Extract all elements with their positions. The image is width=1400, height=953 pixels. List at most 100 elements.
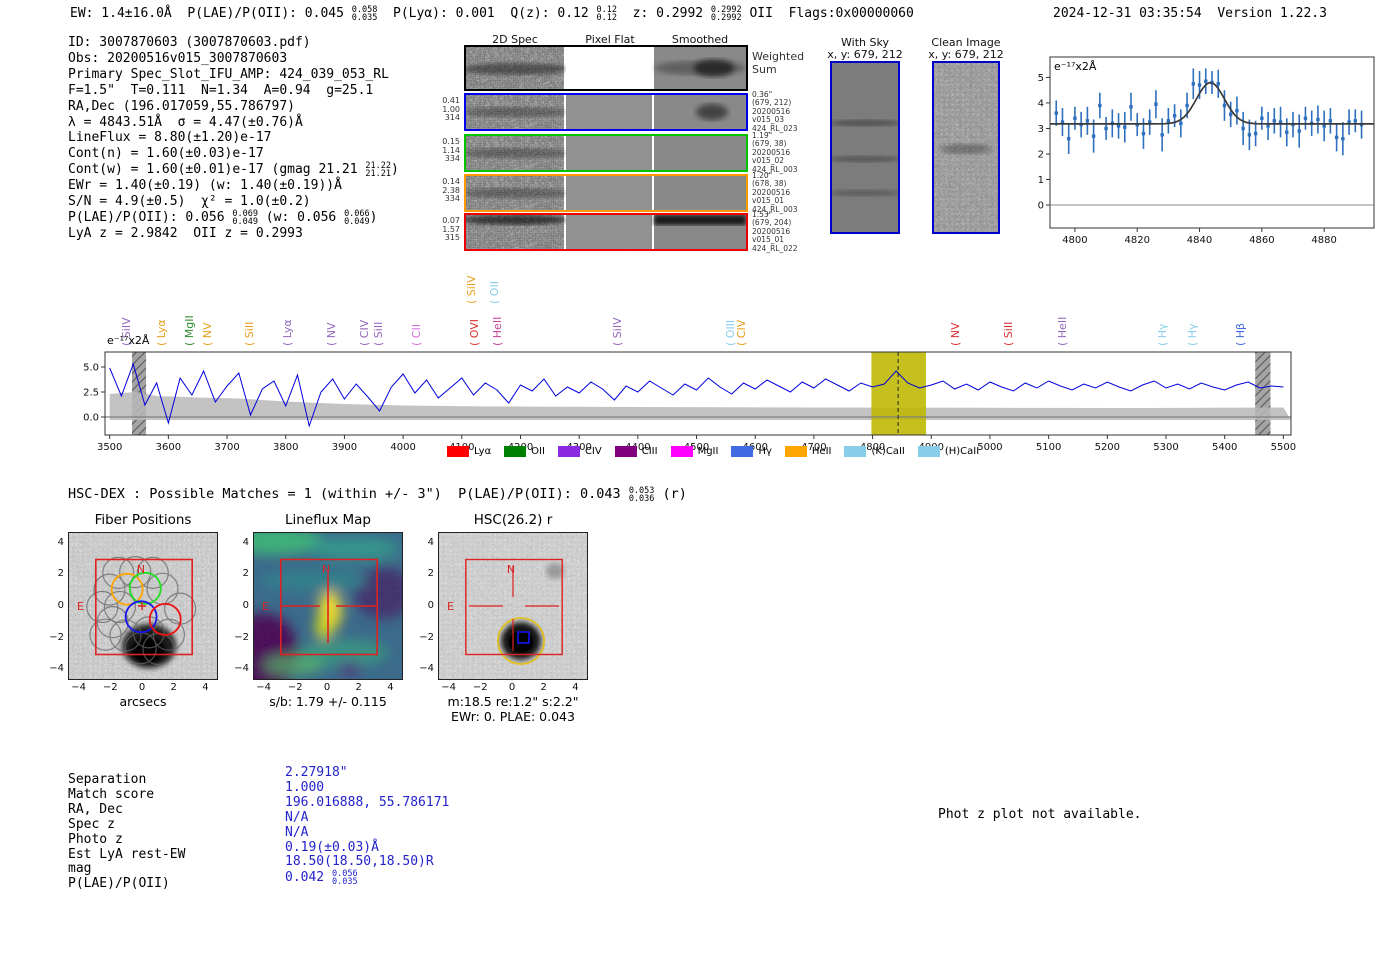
- match-label: Spec z: [68, 816, 115, 832]
- match-label: RA, Dec: [68, 801, 123, 817]
- hsc-image: N E: [439, 533, 587, 679]
- spec2d-row-annotation: 1.20" (678, 38) 20200516 v015_01 424_RL_003: [752, 171, 798, 214]
- legend-item-lyα: Lyα: [447, 446, 491, 457]
- line-label-ovi: ( OVI: [467, 318, 481, 346]
- spectrum-legend: Lyα OII CIV CIII MgII Hγ HeII (K)CaII (H)CaII: [447, 446, 979, 457]
- cutout-xtick: 0: [508, 682, 516, 693]
- cutout-ytick: 0: [57, 600, 64, 611]
- legend-swatch: [844, 446, 867, 457]
- lineflux-caption: s/b: 1.79 +/- 0.115: [269, 694, 387, 709]
- spectral-line-labels-layer: ( SiIV( Lyα( MgII( NV( SiII( Lyα( NV( CI…: [75, 258, 1310, 348]
- cutout-xtick: 0: [138, 682, 146, 693]
- cutout-xtick: −2: [472, 682, 488, 693]
- match-label: Est LyA rest-EW: [68, 846, 186, 862]
- cutout-ytick: 4: [57, 536, 64, 548]
- spec2d-row-1: [463, 134, 748, 172]
- stacked-value: 0.069 0.049: [232, 209, 258, 228]
- legend-item-civ: CIV: [557, 446, 602, 457]
- cleanimage-xy: x, y: 679, 212: [928, 48, 1004, 61]
- hsc-image-panel: N E: [438, 532, 588, 680]
- info-line: P(LAE)/P(OII): 0.056 0.069 0.049 (w: 0.05…: [68, 209, 378, 228]
- svg-text:5500: 5500: [1271, 442, 1296, 453]
- line-label-siii: ( SiII: [243, 321, 257, 346]
- svg-text:4880: 4880: [1311, 235, 1336, 246]
- withsky-xy: x, y: 679, 212: [827, 48, 903, 61]
- cutout-xtick: 0: [323, 682, 331, 693]
- match-value: 0.19(±0.03)Å: [285, 839, 379, 855]
- cutout-xtick: −2: [287, 682, 303, 693]
- cutout-xtick: 4: [572, 682, 579, 693]
- info-line: Obs: 20200516v015_3007870603: [68, 50, 288, 66]
- svg-text:0.0: 0.0: [83, 413, 99, 424]
- full-spectrum-chart: 3500360037003800390040004100420043004400…: [83, 351, 1296, 453]
- line-label-siiv: ( SiIV: [464, 275, 478, 304]
- info-line: Cont(w) = 1.60(±0.01)e-17 (gmag 21.21 21…: [68, 161, 399, 180]
- cutout-ytick: 0: [427, 600, 434, 611]
- cutout-ytick: −4: [419, 663, 434, 675]
- cutout-ytick: −2: [419, 631, 434, 643]
- cutout-ytick: 0: [242, 600, 249, 611]
- svg-text:2: 2: [1038, 149, 1044, 160]
- svg-text:3900: 3900: [332, 442, 357, 453]
- match-value: N/A: [285, 824, 309, 840]
- line-label-heii: ( HeII: [490, 316, 504, 346]
- withsky-image: [829, 61, 901, 234]
- line-label-nv: ( NV: [200, 322, 214, 346]
- stacked-value: 0.2992 0.2992: [710, 5, 742, 23]
- legend-swatch: [557, 446, 580, 457]
- svg-text:4840: 4840: [1187, 235, 1212, 246]
- legend-item-(k)caii: (K)CaII: [844, 446, 905, 457]
- hsc-caption-2: EWr: 0. PLAE: 0.043: [451, 709, 575, 724]
- cutout-xtick: −2: [102, 682, 118, 693]
- lineflux-map-panel: N E: [224, 527, 414, 693]
- weighted-sum-row: [463, 45, 748, 91]
- spec2d-row-weights: 0.14 2.38 334: [442, 177, 460, 204]
- match-table-labels: Separation Match score RA, Dec Spec z Photo …: [68, 772, 186, 892]
- line-label-civ: ( CIV: [735, 319, 749, 346]
- match-label: P(LAE)/P(OII): [68, 876, 170, 892]
- cutout-xtick: −4: [71, 682, 86, 693]
- svg-text:3700: 3700: [214, 442, 239, 453]
- cutout-ytick: −4: [234, 663, 249, 675]
- svg-text:2.5: 2.5: [83, 388, 99, 399]
- fiber-positions-image: N E: [69, 533, 217, 679]
- svg-text:3500: 3500: [97, 442, 122, 453]
- line-label-oii: ( OII: [487, 281, 501, 304]
- cutout-ytick: 4: [427, 536, 434, 548]
- phot-z-note: Phot z plot not available.: [938, 807, 1142, 822]
- cutout-ytick: 4: [242, 536, 249, 548]
- line-label-mgii: ( MgII: [183, 315, 197, 346]
- compass-e: E: [77, 600, 84, 613]
- info-line: Cont(n) = 1.60(±0.03)e-17: [68, 146, 264, 162]
- info-line: EWr = 1.40(±0.19) (w: 1.40(±0.19))Å: [68, 178, 342, 194]
- line-label-heii: ( HeII: [1056, 316, 1070, 346]
- svg-text:4820: 4820: [1125, 235, 1150, 246]
- compass-e: E: [447, 600, 454, 613]
- cleanimage-image: [932, 61, 1000, 234]
- match-value: 196.016888, 55.786171: [285, 794, 450, 810]
- svg-text:1: 1: [1038, 175, 1044, 186]
- info-line: ID: 3007870603 (3007870603.pdf): [68, 35, 311, 50]
- line-label-lyα: ( Lyα: [154, 319, 168, 346]
- line-fit-zoom-chart: 4800 4820 4840 4860 4880 0 1 2 3 4 5 e⁻¹⁷x2Å: [1038, 56, 1375, 246]
- info-line: LineFlux = 8.80(±1.20)e-17: [68, 130, 272, 146]
- info-line: F=1.5" T=0.111 N=1.34 A=0.94 g=25.1: [68, 82, 374, 98]
- line-label-cii: ( CII: [409, 324, 423, 346]
- cutout-xtick: 2: [170, 682, 177, 693]
- cutout-title-hsc: HSC(26.2) r: [473, 512, 553, 528]
- info-line: S/N = 4.9(±0.5) χ² = 1.0(±0.2): [68, 194, 311, 210]
- weighted-sum-images: [463, 47, 746, 89]
- match-value: 18.50(18.50,18.50)R: [285, 854, 434, 870]
- legend-swatch: [731, 446, 754, 457]
- legend-item-oii: OII: [504, 446, 545, 457]
- legend-item-(h)caii: (H)CaII: [917, 446, 979, 457]
- cutout-xtick: −4: [256, 682, 271, 693]
- spec2d-row-2: [463, 174, 748, 212]
- svg-text:3600: 3600: [156, 442, 181, 453]
- info-line: LyA z = 2.9842 OII z = 0.2993: [68, 226, 303, 242]
- match-value: N/A: [285, 809, 309, 825]
- lineflux-map-image: N E: [224, 527, 414, 693]
- match-label: mag: [68, 861, 92, 877]
- svg-text:4800: 4800: [1062, 235, 1087, 246]
- legend-swatch: [447, 446, 469, 457]
